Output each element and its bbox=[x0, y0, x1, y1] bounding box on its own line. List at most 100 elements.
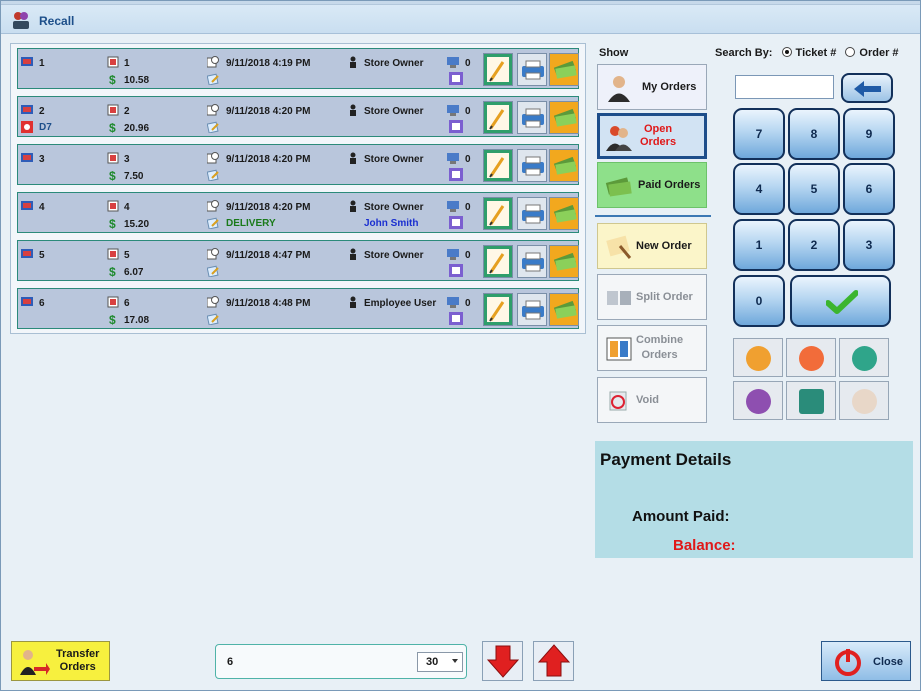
split-order-button[interactable]: Split Order bbox=[597, 274, 707, 320]
key-9[interactable]: 9 bbox=[843, 108, 895, 160]
dollar-icon: $ bbox=[109, 265, 116, 277]
svg-text:$: $ bbox=[109, 169, 116, 181]
pay-order-button[interactable] bbox=[549, 53, 579, 86]
order-amount: 6.07 bbox=[124, 267, 144, 278]
clock-calendar-icon bbox=[207, 104, 219, 116]
combine-orders-button[interactable]: Combine Orders bbox=[597, 325, 707, 371]
seat-icon bbox=[449, 120, 463, 133]
key-5[interactable]: 5 bbox=[788, 163, 840, 215]
transfer-orders-button[interactable]: Transfer Orders bbox=[11, 641, 110, 681]
order-number: 2 bbox=[124, 106, 130, 117]
page-size-select[interactable]: 30 bbox=[417, 652, 463, 672]
checkmark-icon bbox=[826, 290, 858, 314]
order-radio[interactable] bbox=[845, 47, 856, 57]
edit-order-button[interactable] bbox=[483, 149, 513, 182]
dine-in-type-button[interactable] bbox=[786, 338, 836, 377]
order-amount: 7.50 bbox=[124, 171, 144, 182]
pencil-icon bbox=[489, 301, 505, 322]
search-by: Search By: Ticket # Order # bbox=[715, 47, 899, 59]
key-3[interactable]: 3 bbox=[843, 219, 895, 271]
my-orders-button[interactable]: My Orders bbox=[597, 64, 707, 110]
order-datetime: 9/11/2018 4:20 PM bbox=[226, 202, 311, 213]
key-4[interactable]: 4 bbox=[733, 163, 785, 215]
edit-order-button[interactable] bbox=[483, 53, 513, 86]
key-0[interactable]: 0 bbox=[733, 275, 785, 327]
scroll-down-button[interactable] bbox=[482, 641, 523, 681]
printer-icon bbox=[522, 108, 544, 128]
customer-name: John Smith bbox=[364, 218, 419, 229]
printer-icon bbox=[522, 60, 544, 80]
key-7[interactable]: 7 bbox=[733, 108, 785, 160]
pencil-icon bbox=[489, 205, 505, 226]
paid-orders-button[interactable]: Paid Orders bbox=[597, 162, 707, 208]
bar-type-button[interactable] bbox=[733, 338, 783, 377]
backspace-button[interactable] bbox=[841, 73, 893, 103]
close-button[interactable]: Close bbox=[821, 641, 911, 681]
employee-name: Store Owner bbox=[364, 154, 424, 165]
printer-icon bbox=[522, 252, 544, 272]
svg-text:$: $ bbox=[109, 73, 116, 85]
order-number: 3 bbox=[124, 154, 130, 165]
group-icon bbox=[746, 389, 771, 414]
pay-order-button[interactable] bbox=[549, 149, 579, 182]
print-order-button[interactable] bbox=[517, 293, 547, 326]
building-type-button[interactable] bbox=[839, 338, 889, 377]
recall-window: Recall 1 1 $10.58 9/11/2018 4:19 PM Store Ow… bbox=[0, 0, 921, 691]
edit-order-button[interactable] bbox=[483, 197, 513, 230]
key-6[interactable]: 6 bbox=[843, 163, 895, 215]
key-1[interactable]: 1 bbox=[733, 219, 785, 271]
order-row[interactable]: 5 5 $6.07 9/11/2018 4:47 PM Store Owner 0 bbox=[17, 240, 579, 281]
show-label: Show bbox=[599, 47, 629, 59]
dollar-icon: $ bbox=[109, 313, 116, 325]
new-order-button[interactable]: New Order bbox=[597, 223, 707, 269]
ticket-number: 3 bbox=[39, 154, 45, 165]
order-amount: 15.20 bbox=[124, 219, 150, 230]
guest-count: 0 bbox=[465, 154, 471, 165]
ticket-icon bbox=[21, 105, 33, 114]
dollar-icon: $ bbox=[109, 169, 116, 181]
pay-order-button[interactable] bbox=[549, 245, 579, 278]
print-order-button[interactable] bbox=[517, 53, 547, 86]
balance-label: Balance: bbox=[673, 537, 736, 554]
pay-order-button[interactable] bbox=[549, 101, 579, 134]
print-order-button[interactable] bbox=[517, 149, 547, 182]
print-order-button[interactable] bbox=[517, 101, 547, 134]
bottle-type-button[interactable] bbox=[786, 381, 836, 420]
guests-icon bbox=[447, 57, 459, 68]
open-orders-button[interactable]: Open Orders bbox=[597, 113, 707, 159]
employee-name: Employee User bbox=[364, 298, 437, 309]
ticket-radio[interactable] bbox=[781, 47, 792, 57]
edit-order-button[interactable] bbox=[483, 101, 513, 134]
order-row[interactable]: 6 6 $17.08 9/11/2018 4:48 PM Employee User 0 bbox=[17, 288, 579, 329]
car-type-button[interactable] bbox=[839, 381, 889, 420]
print-order-button[interactable] bbox=[517, 197, 547, 230]
order-row[interactable]: 3 3 $7.50 9/11/2018 4:20 PM Store Owner 0 bbox=[17, 144, 579, 185]
order-number: 4 bbox=[124, 202, 130, 213]
search-input[interactable] bbox=[735, 75, 834, 99]
key-8[interactable]: 8 bbox=[788, 108, 840, 160]
edit-order-button[interactable] bbox=[483, 293, 513, 326]
edit-order-button[interactable] bbox=[483, 245, 513, 278]
employee-name: Store Owner bbox=[364, 202, 424, 213]
pay-order-button[interactable] bbox=[549, 293, 579, 326]
group-type-button[interactable] bbox=[733, 381, 783, 420]
order-row[interactable]: 4 4 $15.20 9/11/2018 4:20 PM DELIVERY Store O… bbox=[17, 192, 579, 233]
guests-icon bbox=[447, 105, 459, 116]
order-row[interactable]: 2 D7 2 $20.96 9/11/2018 4:20 PM Store Owner 0 bbox=[17, 96, 579, 137]
dollar-icon: $ bbox=[109, 121, 116, 133]
employee-icon bbox=[350, 152, 356, 164]
enter-button[interactable] bbox=[790, 275, 891, 327]
arrow-left-icon bbox=[854, 81, 881, 97]
ticket-icon bbox=[21, 201, 33, 210]
scroll-up-button[interactable] bbox=[533, 641, 574, 681]
order-row[interactable]: 1 1 $10.58 9/11/2018 4:19 PM Store Owner 0 bbox=[17, 48, 579, 89]
void-button[interactable]: Void bbox=[597, 377, 707, 423]
print-order-button[interactable] bbox=[517, 245, 547, 278]
split-order-icon bbox=[607, 291, 631, 305]
seat-icon bbox=[449, 312, 463, 325]
pay-order-button[interactable] bbox=[549, 197, 579, 230]
key-2[interactable]: 2 bbox=[788, 219, 840, 271]
void-label: Void bbox=[636, 394, 660, 406]
paid-orders-label: Paid Orders bbox=[638, 179, 701, 191]
svg-text:$: $ bbox=[109, 121, 116, 133]
